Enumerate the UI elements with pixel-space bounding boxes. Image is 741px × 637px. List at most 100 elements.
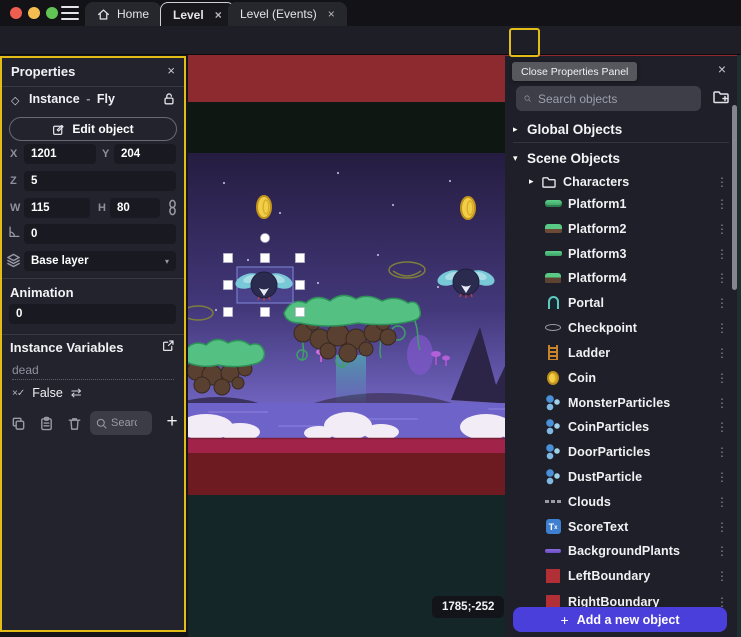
add-variable-button[interactable]: + [160,411,184,433]
item-menu-icon[interactable]: ⋮ [716,445,728,459]
layer-select[interactable]: Base layer ▾ [24,251,176,271]
add-new-object-button[interactable]: + Add a new object [513,607,727,632]
cursor-coordinates: 1785;-252 [432,596,504,618]
folder-plus-icon [712,89,730,105]
object-row-dustparticle[interactable]: DustParticle ⋮ [505,466,737,487]
tab-bar: Home Level × Level (Events) × [0,0,741,26]
divider [513,142,729,143]
object-row-portal[interactable]: Portal ⋮ [505,292,737,313]
window-minimize-button[interactable] [28,7,40,19]
platform4-icon [544,273,562,283]
variable-value: False [32,386,63,400]
animation-heading: Animation [10,285,74,300]
object-row-coin[interactable]: Coin ⋮ [505,367,737,388]
y-label: Y [102,148,109,160]
variables-search-input[interactable] [111,417,137,429]
z-label: Z [10,175,17,187]
objects-panel: Objects × ▸ Global Objects ▾ Scene Objec… [505,56,737,637]
item-menu-icon[interactable]: ⋮ [716,569,728,583]
close-icon[interactable]: × [167,63,175,78]
lock-ratio-button[interactable] [166,199,179,221]
object-row-platform4[interactable]: Platform4 ⋮ [505,267,737,288]
delete-instance-button[interactable] [63,412,85,434]
ladder-icon [544,345,562,360]
item-menu-icon[interactable]: ⋮ [716,175,728,189]
caret-right-icon: ▸ [513,124,523,135]
caret-right-icon: ▸ [529,176,539,187]
copy-button[interactable] [7,412,29,434]
item-menu-icon[interactable]: ⋮ [716,470,728,484]
object-row-leftboundary[interactable]: LeftBoundary ⋮ [505,565,737,586]
paste-button[interactable] [35,412,57,434]
object-row-doorparticles[interactable]: DoorParticles ⋮ [505,441,737,462]
portal-icon [544,296,562,309]
swap-icon[interactable]: ⇄ [71,385,82,401]
height-input[interactable] [110,198,160,218]
open-variables-button[interactable] [162,339,175,357]
edit-object-button[interactable]: Edit object [9,117,177,141]
object-folder-characters[interactable]: ▸ Characters ⋮ [505,171,737,192]
checkpoint-icon [544,324,562,331]
window-zoom-button[interactable] [46,7,58,19]
z-input[interactable] [24,171,176,191]
search-icon [524,92,531,105]
add-folder-button[interactable] [712,89,730,110]
caret-down-icon: ▾ [513,153,523,164]
external-link-icon [162,339,175,352]
object-row-ladder[interactable]: Ladder ⋮ [505,342,737,363]
tab-close-icon[interactable]: × [328,7,335,21]
item-menu-icon[interactable]: ⋮ [716,296,728,310]
paste-icon [39,416,54,431]
y-input[interactable] [114,144,176,164]
objects-search-input[interactable] [538,92,693,106]
object-row-platform1[interactable]: Platform1 ⋮ [505,193,737,214]
item-menu-icon[interactable]: ⋮ [716,321,728,335]
variable-value-row[interactable]: ×✓ False ⇄ [12,384,82,402]
item-menu-icon[interactable]: ⋮ [716,271,728,285]
variables-search[interactable] [90,411,152,435]
properties-title: Properties [11,64,75,79]
copy-icon [11,416,26,431]
width-input[interactable] [24,198,90,218]
x-input[interactable] [24,144,96,164]
item-menu-icon[interactable]: ⋮ [716,520,728,534]
object-row-checkpoint[interactable]: Checkpoint ⋮ [505,317,737,338]
window-close-button[interactable] [10,7,22,19]
tab-home[interactable]: Home [85,2,161,26]
object-row-scoretext[interactable]: Tx ScoreText ⋮ [505,516,737,537]
object-row-monsterparticles[interactable]: MonsterParticles ⋮ [505,392,737,413]
group-global-objects[interactable]: ▸ Global Objects [505,118,737,140]
item-menu-icon[interactable]: ⋮ [716,371,728,385]
fly-instance-selected[interactable] [233,267,294,303]
tab-level-events[interactable]: Level (Events) × [228,2,347,26]
rotate-handle[interactable] [261,234,270,243]
variable-name[interactable]: dead [12,363,174,380]
item-menu-icon[interactable]: ⋮ [716,197,728,211]
animation-input[interactable] [9,304,176,324]
particles-icon [544,444,562,460]
item-menu-icon[interactable]: ⋮ [716,396,728,410]
group-scene-objects[interactable]: ▾ Scene Objects [505,147,737,169]
particles-icon [544,395,562,411]
lock-button[interactable] [162,92,176,111]
objects-search[interactable] [516,86,701,111]
object-row-coinparticles[interactable]: CoinParticles ⋮ [505,416,737,437]
chevron-down-icon: ▾ [165,257,169,266]
object-row-clouds[interactable]: Clouds ⋮ [505,491,737,512]
tab-level-label: Level [173,8,204,22]
tab-close-icon[interactable]: × [215,8,222,22]
angle-input[interactable] [24,224,176,244]
item-menu-icon[interactable]: ⋮ [716,420,728,434]
object-row-platform3[interactable]: Platform3 ⋮ [505,243,737,264]
divider [2,278,184,279]
object-row-platform2[interactable]: Platform2 ⋮ [505,218,737,239]
object-row-backgroundplants[interactable]: BackgroundPlants ⋮ [505,540,737,561]
item-menu-icon[interactable]: ⋮ [716,495,728,509]
tab-level[interactable]: Level × [160,2,235,26]
close-icon[interactable]: × [718,61,726,77]
item-menu-icon[interactable]: ⋮ [716,247,728,261]
item-menu-icon[interactable]: ⋮ [716,222,728,236]
menu-icon[interactable] [61,6,79,20]
item-menu-icon[interactable]: ⋮ [716,346,728,360]
item-menu-icon[interactable]: ⋮ [716,544,728,558]
